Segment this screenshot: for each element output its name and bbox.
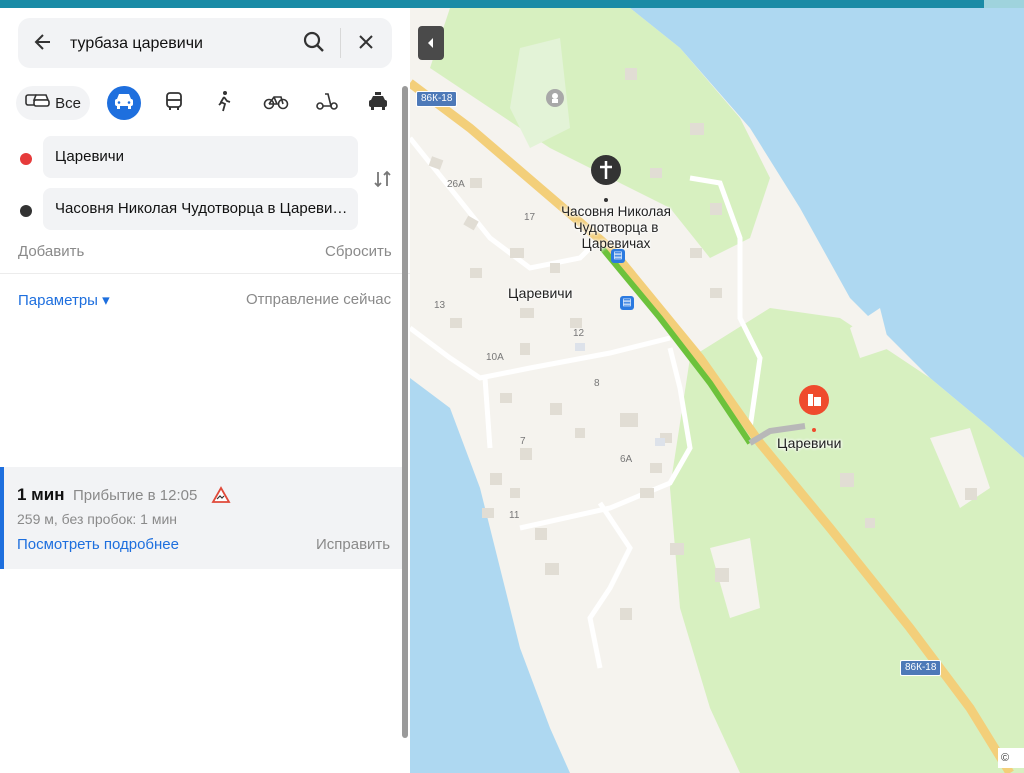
transport-modes: Все — [14, 86, 394, 122]
bus-stop-icon[interactable]: ▤ — [611, 249, 625, 263]
house-number: 8 — [594, 378, 600, 389]
panel-divider — [0, 273, 410, 274]
end-point-marker — [20, 205, 32, 217]
search-input[interactable] — [68, 26, 302, 62]
caret-left-icon — [418, 38, 444, 64]
scooter-icon — [315, 91, 339, 116]
route-duration: 1 мин — [17, 485, 65, 504]
village-label: Царевичи — [508, 285, 573, 301]
back-arrow-icon[interactable] — [32, 31, 54, 58]
map-layer — [410, 8, 1024, 773]
copyright-label: © Ян — [998, 748, 1024, 773]
mode-walk-button[interactable] — [207, 86, 241, 120]
house-number: 17 — [524, 212, 536, 223]
search-icon[interactable] — [302, 30, 326, 59]
add-waypoint-link[interactable]: Добавить — [18, 243, 84, 260]
search-box — [18, 18, 392, 68]
parameters-dropdown[interactable]: Параметры ▾ — [18, 291, 110, 309]
destination-pin[interactable] — [798, 384, 830, 439]
reset-link[interactable]: Сбросить — [325, 243, 392, 260]
bicycle-icon — [263, 92, 289, 115]
route-distance-details: 259 м, без пробок: 1 мин — [17, 511, 178, 527]
mode-car-button[interactable] — [107, 86, 141, 120]
mode-all-label: Все — [55, 94, 81, 112]
route-panel: Все — [0, 8, 411, 773]
route-option-card[interactable]: 1 мин Прибытие в 12:05 259 м, без пробок… — [0, 467, 404, 569]
close-icon[interactable] — [356, 32, 376, 57]
mode-all-button[interactable]: Все — [16, 86, 90, 120]
waypoint-to-field[interactable]: Часовня Николая Чудотворца в Царевичах — [43, 188, 358, 230]
house-number: 13 — [434, 300, 446, 311]
swap-waypoints-icon[interactable] — [372, 168, 394, 195]
poi-gray-icon[interactable] — [545, 88, 565, 113]
pedestrian-icon — [215, 90, 233, 117]
road-warning-icon — [211, 486, 231, 509]
mode-bike-button[interactable] — [259, 86, 293, 120]
route-details-link[interactable]: Посмотреть подробнее — [17, 536, 179, 553]
house-number: 6А — [620, 454, 633, 465]
house-number: 7 — [520, 436, 526, 447]
house-number: 10А — [486, 352, 504, 363]
selected-route-indicator — [0, 467, 4, 569]
collapse-panel-button[interactable] — [418, 26, 444, 60]
window-top-strip — [0, 0, 1024, 8]
start-point-marker — [20, 153, 32, 165]
search-separator — [340, 28, 341, 58]
house-number: 11 — [509, 510, 520, 521]
mixed-transport-icon — [25, 92, 51, 114]
top-strip-accent — [984, 0, 1024, 8]
car-icon — [113, 92, 135, 115]
mode-taxi-button[interactable] — [361, 86, 395, 120]
route-fix-link[interactable]: Исправить — [316, 536, 390, 553]
mode-transit-button[interactable] — [157, 86, 191, 120]
road-shield-bottom: 86К-18 — [900, 660, 942, 676]
departure-time-selector[interactable]: Отправление сейчас — [246, 291, 391, 308]
waypoint-from-field[interactable]: Царевичи — [43, 136, 358, 178]
house-number: 12 — [573, 328, 585, 339]
chapel-pin[interactable] — [590, 154, 622, 209]
bus-icon — [164, 91, 184, 116]
panel-scrollbar[interactable] — [402, 86, 408, 738]
house-number: 26А — [447, 179, 465, 190]
road-shield-top: 86К-18 — [416, 91, 458, 107]
route-arrival: Прибытие в 12:05 — [73, 487, 198, 504]
taxi-icon — [367, 91, 389, 116]
chapel-label[interactable]: Часовня Николая Чудотворца в Царевичах — [538, 204, 694, 252]
map-canvas[interactable]: 86К-18 86К-18 Царевичи Часовня Николая Ч… — [410, 8, 1024, 773]
mode-scooter-button[interactable] — [310, 86, 344, 120]
bus-stop-icon[interactable]: ▤ — [620, 296, 634, 310]
